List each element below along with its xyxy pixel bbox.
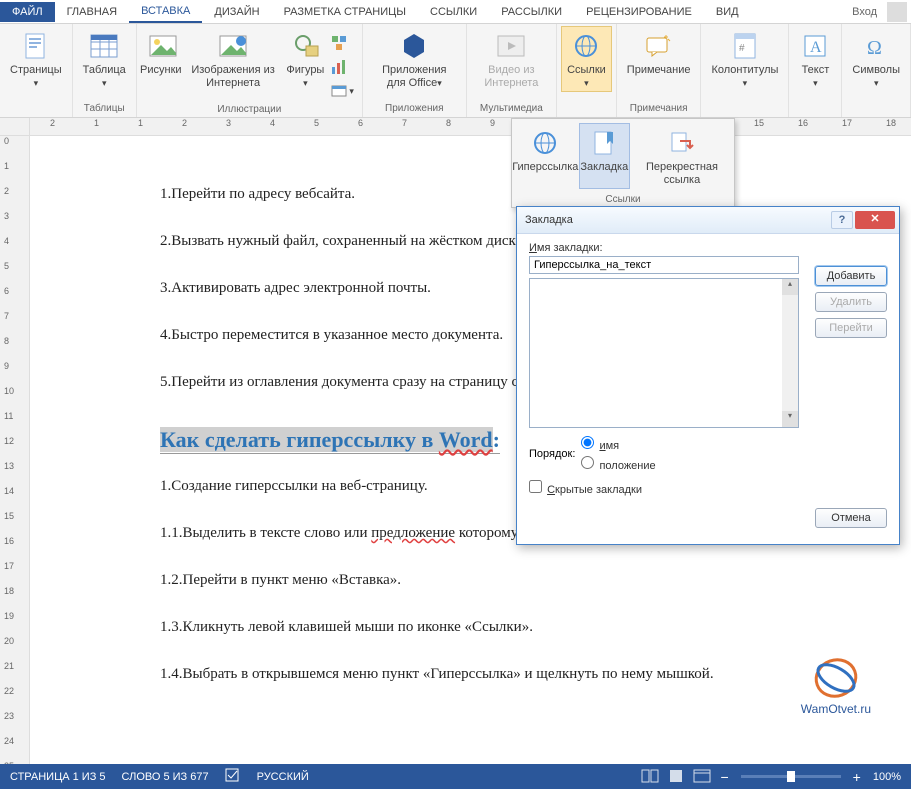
status-language[interactable]: РУССКИЙ (257, 771, 309, 783)
headerfooter-icon: # (729, 30, 761, 62)
delete-button: Удалить (815, 292, 887, 312)
doc-heading[interactable]: Как сделать гиперссылку в Word: (160, 427, 500, 454)
video-icon (495, 30, 527, 62)
links-button[interactable]: Ссылки▾ (561, 26, 612, 92)
svg-text:#: # (739, 43, 745, 54)
svg-text:A: A (810, 39, 822, 56)
tab-review[interactable]: РЕЦЕНЗИРОВАНИЕ (574, 2, 704, 22)
apps-icon (398, 30, 430, 62)
ruler-corner (0, 118, 30, 136)
smartart-icon (331, 35, 347, 51)
status-page[interactable]: СТРАНИЦА 1 ИЗ 5 (10, 771, 106, 783)
bookmark-name-input[interactable] (529, 256, 799, 274)
tab-home[interactable]: ГЛАВНАЯ (55, 2, 129, 22)
status-bar: СТРАНИЦА 1 ИЗ 5 СЛОВО 5 ИЗ 677 РУССКИЙ −… (0, 764, 911, 789)
print-layout-icon[interactable] (667, 769, 687, 785)
pictures-button[interactable]: Рисунки (141, 26, 181, 79)
doc-line[interactable]: 1.3.Кликнуть левой клавишей мыши по икон… (160, 619, 873, 636)
comment-button[interactable]: Примечание (621, 26, 697, 79)
online-picture-icon (217, 30, 249, 62)
bookmark-name-label: Имя закладки: (529, 242, 603, 254)
tab-view[interactable]: ВИД (704, 2, 751, 22)
shapes-icon (291, 30, 323, 62)
links-icon (570, 30, 602, 62)
sort-label: Порядок: (529, 448, 575, 460)
chart-button[interactable] (325, 56, 358, 78)
cancel-button[interactable]: Отмена (815, 508, 887, 528)
links-dropdown: Гиперссылка Закладка Перекрестная ссылка… (511, 118, 735, 208)
doc-line[interactable]: 1.4.Выбрать в открывшемся меню пункт «Ги… (160, 666, 873, 683)
smartart-button[interactable] (325, 32, 358, 54)
tab-mailings[interactable]: РАССЫЛКИ (489, 2, 574, 22)
zoom-slider[interactable] (741, 775, 841, 778)
vertical-ruler[interactable]: 0123456789101112131415161718192021222324… (0, 136, 30, 764)
dialog-close-button[interactable]: ✕ (855, 211, 895, 229)
sign-in-link[interactable]: Вход (846, 6, 883, 18)
chart-icon (331, 59, 347, 75)
tab-insert[interactable]: ВСТАВКА (129, 1, 202, 23)
watermark: WamOtvet.ru (801, 656, 871, 716)
scrollbar[interactable]: ▴▾ (782, 279, 798, 427)
screenshot-button[interactable]: ▾ (325, 80, 358, 102)
group-apps-label: Приложения (385, 101, 444, 117)
status-words[interactable]: СЛОВО 5 ИЗ 677 (122, 771, 209, 783)
symbols-button[interactable]: Ω Символы▾ (846, 26, 906, 92)
web-layout-icon[interactable] (693, 769, 713, 785)
avatar-icon[interactable] (887, 2, 907, 22)
status-zoom[interactable]: 100% (873, 771, 901, 783)
comment-icon (643, 30, 675, 62)
crossref-button[interactable]: Перекрестная ссылка (630, 123, 734, 189)
table-button[interactable]: Таблица▾ (77, 26, 132, 92)
group-tables-label: Таблицы (84, 101, 125, 117)
tab-references[interactable]: ССЫЛКИ (418, 2, 489, 22)
hyperlink-button[interactable]: Гиперссылка (512, 123, 579, 189)
tab-design[interactable]: ДИЗАЙН (202, 2, 271, 22)
group-comments-label: Примечания (630, 101, 688, 117)
bookmark-button[interactable]: Закладка (579, 123, 630, 189)
zoom-in-button[interactable]: + (853, 769, 861, 785)
text-button[interactable]: A Текст▾ (793, 26, 837, 92)
links-group-label: Ссылки (512, 194, 734, 205)
shapes-button[interactable]: Фигуры▾ (285, 26, 325, 92)
textbox-icon: A (799, 30, 831, 62)
crossref-icon (666, 127, 698, 159)
dialog-help-button[interactable]: ? (831, 211, 853, 229)
screenshot-icon (331, 83, 347, 99)
status-proofing-icon[interactable] (225, 768, 241, 785)
headerfooter-button[interactable]: # Колонтитулы▾ (705, 26, 784, 92)
sort-by-name-radio[interactable]: имя (581, 436, 655, 452)
tab-file[interactable]: ФАЙЛ (0, 2, 55, 22)
pages-button[interactable]: Страницы▾ (4, 26, 68, 92)
group-illustrations-label: Иллюстрации (217, 102, 281, 117)
doc-line[interactable]: 1.2.Перейти в пункт меню «Вставка». (160, 572, 873, 589)
bookmark-dialog: Закладка ? ✕ Имя закладки: ▴▾ Добавить У… (516, 206, 900, 545)
horizontal-ruler[interactable]: 21123456789101112131415161718 (30, 118, 911, 136)
globe-icon (529, 127, 561, 159)
read-mode-icon[interactable] (641, 769, 661, 785)
table-icon (88, 30, 120, 62)
online-pictures-button[interactable]: Изображения из Интернета (181, 26, 286, 92)
hidden-bookmarks-checkbox[interactable]: Скрытые закладки (529, 480, 642, 496)
dialog-title: Закладка (525, 214, 831, 226)
svg-text:Ω: Ω (867, 37, 882, 58)
page-icon (20, 30, 52, 62)
add-button[interactable]: Добавить (815, 266, 887, 286)
bookmark-icon (588, 127, 620, 159)
zoom-out-button[interactable]: − (720, 769, 728, 785)
group-media-label: Мультимедиа (480, 101, 543, 117)
picture-icon (147, 30, 179, 62)
tab-layout[interactable]: РАЗМЕТКА СТРАНИЦЫ (272, 2, 418, 22)
office-apps-button[interactable]: Приложения для Office▾ (367, 26, 462, 92)
bookmark-list[interactable]: ▴▾ (529, 278, 799, 428)
sort-by-position-radio[interactable]: положение (581, 456, 655, 472)
online-video-button: Видео из Интернета (471, 26, 552, 92)
goto-button: Перейти (815, 318, 887, 338)
symbol-icon: Ω (860, 30, 892, 62)
